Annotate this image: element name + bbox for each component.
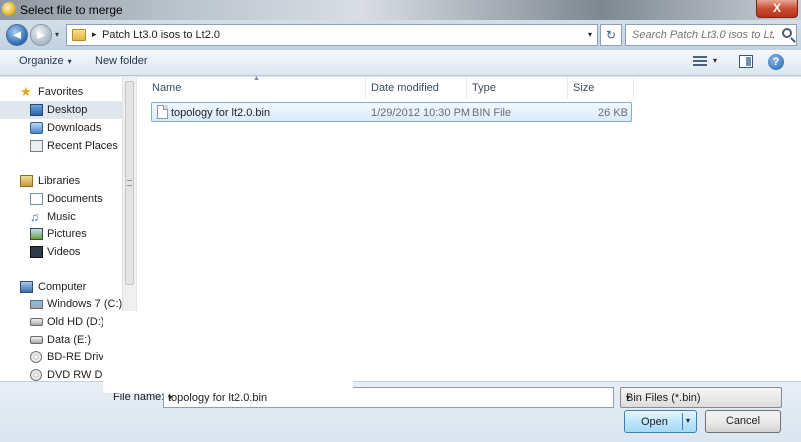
nav-item-downloads[interactable]: Downloads [0,119,122,137]
pictures-icon [30,228,43,240]
star-icon: ★ [20,84,32,99]
videos-icon [30,246,43,258]
breadcrumb-separator[interactable]: ▸ [92,29,97,40]
column-header-type[interactable]: Type [472,77,567,99]
nav-item-documents[interactable]: Documents [0,190,122,208]
nav-item-desktop[interactable]: Desktop [0,101,122,119]
address-bar[interactable]: ▸ Patch Lt3.0 isos to Lt2.0 ▾ [66,24,598,46]
hard-drive-icon [30,336,43,344]
close-button[interactable]: X [756,0,798,18]
chevron-down-icon[interactable]: ▾ [168,393,609,402]
chevron-down-icon: ▾ [67,57,72,66]
nav-favorites[interactable]: ★ Favorites [0,83,122,101]
recent-locations-dropdown[interactable]: ▾ [55,30,59,39]
column-header-date-modified[interactable]: Date modified [371,77,466,99]
app-icon [2,2,16,16]
scrollbar-grip [127,180,132,186]
search-icon[interactable] [782,28,792,38]
preview-pane-icon[interactable] [739,55,753,68]
file-row[interactable]: topology for lt2.0.bin 1/29/2012 10:30 P… [151,102,632,122]
search-box[interactable] [625,24,797,46]
open-options-dropdown[interactable]: ▾ [686,416,690,425]
address-dropdown[interactable]: ▾ [588,30,592,39]
views-dropdown[interactable]: ▾ [713,56,717,65]
column-divider[interactable] [365,77,366,99]
file-name: topology for lt2.0.bin [171,107,271,119]
libraries-icon [20,175,33,187]
open-label: Open [641,416,668,428]
organize-button[interactable]: Organize ▾ [19,55,72,67]
recent-places-icon [30,140,43,152]
forward-button[interactable]: ► [30,24,52,46]
new-folder-button[interactable]: New folder [95,55,148,67]
nav-item-recent-places[interactable]: Recent Places [0,137,122,155]
back-button[interactable]: ◄ [6,24,28,46]
views-icon[interactable] [693,56,707,68]
nav-item-pictures[interactable]: Pictures [0,225,122,243]
folder-icon [72,29,86,41]
computer-icon [20,281,33,293]
hard-drive-icon [30,318,43,326]
refresh-button[interactable]: ↻ [600,24,622,46]
column-divider[interactable] [466,77,467,99]
breadcrumb-folder[interactable]: Patch Lt3.0 isos to Lt2.0 [102,29,220,41]
nav-libraries[interactable]: Libraries [0,172,122,190]
nav-item-music[interactable]: ♫ Music [0,208,122,226]
file-type: BIN File [472,107,512,119]
window-title: Select file to merge [20,3,123,17]
open-button[interactable]: Open ▾ [624,410,697,433]
column-header-name[interactable]: Name [152,77,365,99]
search-input[interactable] [626,25,776,45]
desktop-icon [30,104,43,116]
music-icon: ♫ [30,210,39,224]
downloads-icon [30,122,43,134]
chevron-down-icon: ▾ [626,393,631,402]
column-divider[interactable] [633,77,634,99]
file-type-select[interactable]: Bin Files (*.bin) ▾ [620,387,782,408]
split-divider [682,413,683,430]
nav-computer[interactable]: Computer [0,278,122,296]
help-icon[interactable]: ? [768,54,784,70]
file-size: 26 KB [598,107,628,119]
windows-drive-icon [30,300,43,309]
command-bar: Organize ▾ New folder ▾ ? [0,50,801,76]
organize-label: Organize [19,55,64,67]
nav-item-videos[interactable]: Videos [0,243,122,261]
documents-icon [30,193,43,205]
disc-drive-icon [30,369,42,381]
column-header-size[interactable]: Size [573,77,633,99]
column-divider[interactable] [567,77,568,99]
title-bar: Select file to merge X [0,0,801,20]
cancel-button[interactable]: Cancel [705,410,781,433]
obscured-region [103,311,353,393]
disc-drive-icon [30,351,42,363]
file-icon [157,105,168,119]
file-date-modified: 1/29/2012 10:30 PM [371,107,471,119]
address-row: ◄ ► ▾ ▸ Patch Lt3.0 isos to Lt2.0 ▾ ↻ [0,20,801,50]
